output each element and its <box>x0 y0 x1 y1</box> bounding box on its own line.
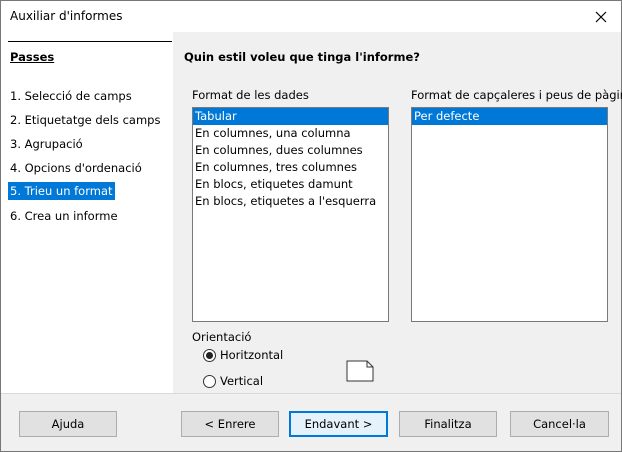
list-item[interactable]: Tabular <box>193 108 388 125</box>
list-item[interactable]: En columnes, una columna <box>193 125 388 142</box>
radio-button[interactable] <box>203 348 216 362</box>
step-sort-options[interactable]: 4. Opcions d'ordenació <box>8 159 144 177</box>
step-create-report[interactable]: 6. Crea un informe <box>8 207 120 225</box>
orientation-label: Orientació <box>192 330 252 344</box>
finish-button[interactable]: Finalitza <box>399 411 497 437</box>
report-wizard-dialog: Auxiliar d'informes Passes 1. Selecció d… <box>0 0 622 452</box>
step-grouping[interactable]: 3. Agrupació <box>8 135 85 153</box>
steps-panel: Passes 1. Selecció de camps 2. Etiquetat… <box>1 32 173 393</box>
close-button[interactable] <box>581 1 621 32</box>
title-bar: Auxiliar d'informes <box>1 1 621 32</box>
orientation-landscape-label: Horitzontal <box>220 348 284 362</box>
steps-divider <box>8 41 172 42</box>
steps-header: Passes <box>10 50 55 64</box>
button-bar: Ajuda < Enrere Endavant > Finalitza Canc… <box>1 393 621 451</box>
data-format-listbox[interactable]: Tabular En columnes, una columna En colu… <box>192 107 389 322</box>
help-button[interactable]: Ajuda <box>19 411 117 437</box>
list-item[interactable]: En columnes, dues columnes <box>193 142 388 159</box>
orientation-portrait-label: Vertical <box>220 374 264 388</box>
orientation-portrait-radio[interactable]: Vertical <box>203 374 263 388</box>
header-footer-label: Format de capçaleres i peus de pàgina <box>411 88 622 102</box>
list-item[interactable]: En columnes, tres columnes <box>193 159 388 176</box>
cancel-button[interactable]: Cancel·la <box>510 411 609 437</box>
list-item[interactable]: En blocs, etiquetes a l'esquerra <box>193 193 388 210</box>
next-button[interactable]: Endavant > <box>289 411 388 437</box>
step-label-fields[interactable]: 2. Etiquetatge dels camps <box>8 111 162 129</box>
window-title: Auxiliar d'informes <box>10 9 123 23</box>
close-icon <box>595 11 607 22</box>
header-footer-listbox[interactable]: Per defecte <box>411 107 608 322</box>
main-panel: Quin estil voleu que tinga l'informe? Fo… <box>173 32 622 393</box>
radio-dot <box>206 351 213 359</box>
back-button[interactable]: < Enrere <box>181 411 279 437</box>
orientation-landscape-radio[interactable]: Horitzontal <box>203 348 283 362</box>
data-format-label: Format de les dades <box>192 88 309 102</box>
step-choose-layout[interactable]: 5. Trieu un format <box>8 182 115 200</box>
page-heading: Quin estil voleu que tinga l'informe? <box>184 50 420 64</box>
list-item[interactable]: Per defecte <box>412 108 607 125</box>
list-item[interactable]: En blocs, etiquetes damunt <box>193 176 388 193</box>
page-orientation-icon <box>346 360 374 382</box>
radio-button[interactable] <box>203 374 216 388</box>
step-select-fields[interactable]: 1. Selecció de camps <box>8 87 134 105</box>
